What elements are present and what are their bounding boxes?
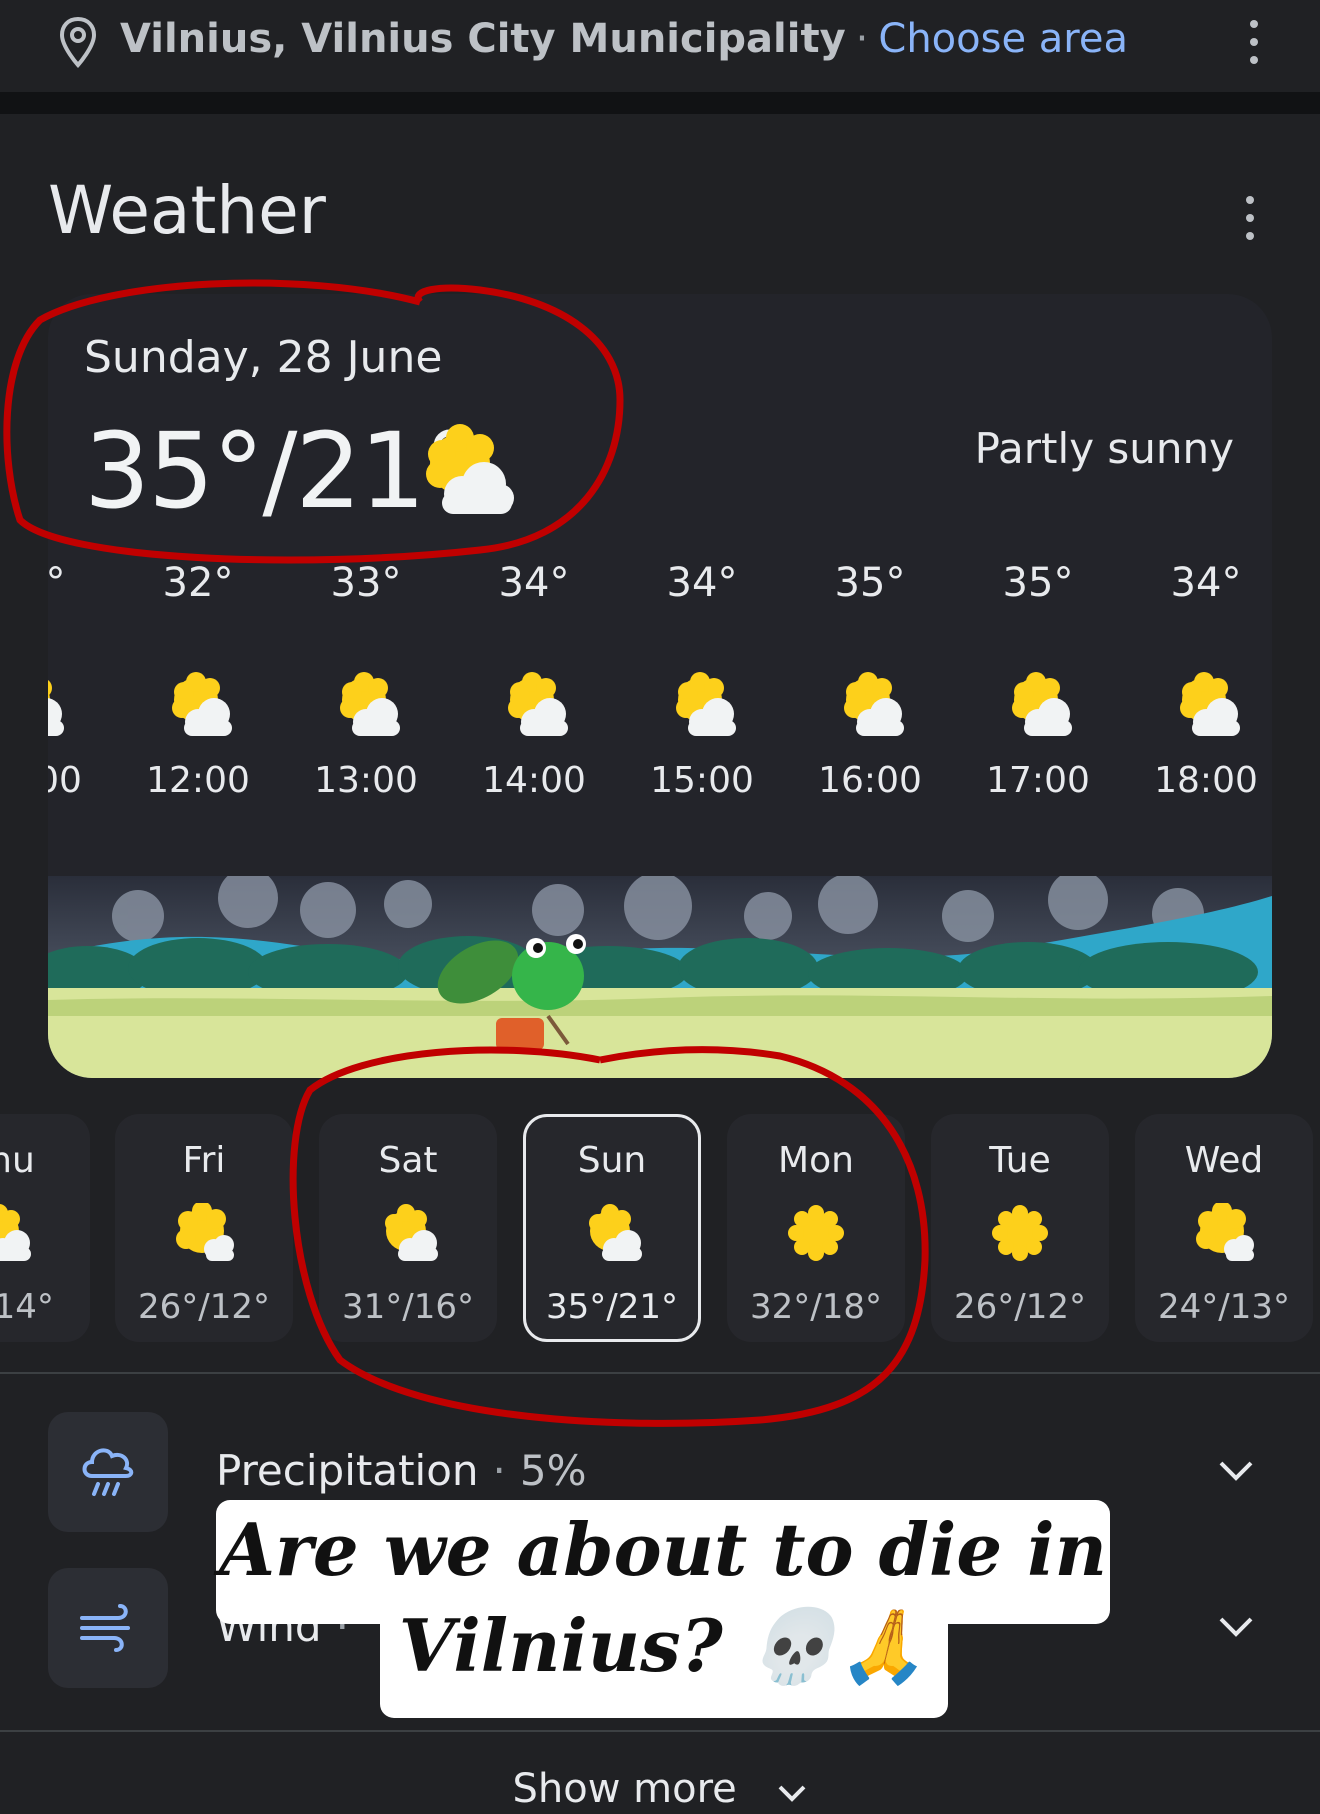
caption-text: Are we about to die in Vilnius? 💀🙏 — [216, 1502, 1110, 1694]
choose-area-link[interactable]: Choose area — [878, 16, 1128, 62]
partly-sunny-icon — [844, 672, 904, 736]
hour-time: 17:00 — [986, 760, 1090, 801]
day-name: Wed — [1184, 1140, 1264, 1181]
hour-temp: 33° — [330, 560, 402, 606]
hour-item: 32° 12:00 — [114, 560, 282, 801]
hour-item: 34° 15:00 — [618, 560, 786, 801]
show-more-label: Show more — [512, 1766, 737, 1812]
chevron-down-icon — [779, 1785, 806, 1802]
hour-item: 31° 11:00 — [48, 560, 114, 801]
sunny-icon — [992, 1205, 1048, 1261]
day-item-mon[interactable]: Mon 32°/18° — [727, 1114, 905, 1342]
partly-sunny-icon — [508, 672, 568, 736]
sunny-icon — [788, 1205, 844, 1261]
weather-title: Weather — [48, 172, 326, 249]
hour-item: 34° 14:00 — [450, 560, 618, 801]
weather-more-options-icon[interactable] — [1244, 196, 1256, 240]
location-bar: Vilnius, Vilnius City Municipality · Choos… — [0, 0, 1320, 92]
hour-item: 33° 13:00 — [282, 560, 450, 801]
precipitation-label: Precipitation — [216, 1446, 479, 1495]
day-temps: 31°/16° — [342, 1287, 474, 1327]
hour-item: 35° 17:00 — [954, 560, 1122, 801]
wind-icon — [80, 1604, 130, 1652]
precipitation-icon-tile — [48, 1412, 168, 1532]
caption-line1: Are we about to die in — [219, 1507, 1107, 1592]
partly-sunny-icon — [172, 672, 232, 736]
chevron-down-icon[interactable] — [1218, 1460, 1254, 1482]
hour-temp: 31° — [48, 560, 66, 606]
chevron-down-icon[interactable] — [1218, 1616, 1254, 1638]
partly-sunny-icon — [426, 424, 514, 514]
partly-sunny-icon — [385, 1204, 438, 1261]
section-divider — [0, 92, 1320, 114]
divider — [0, 1372, 1320, 1374]
hour-item: 34° 18:00 — [1122, 560, 1272, 801]
hour-temp: 34° — [1170, 560, 1242, 606]
partly-sunny-icon — [0, 1204, 31, 1261]
show-more-button[interactable]: Show more — [0, 1766, 1320, 1812]
precipitation-value: 5% — [519, 1446, 587, 1495]
day-name: Thu — [0, 1140, 35, 1181]
day-item-wed[interactable]: Wed 24°/13° — [1135, 1114, 1313, 1342]
location-text: Vilnius, Vilnius City Municipality · Choos… — [120, 16, 1128, 62]
day-name: Tue — [989, 1140, 1051, 1181]
day-name: Fri — [182, 1140, 226, 1181]
day-temps: 24°/13° — [1158, 1287, 1290, 1327]
location-pin-icon — [59, 16, 97, 68]
hour-time: 11:00 — [48, 760, 82, 801]
hour-time: 13:00 — [314, 760, 418, 801]
day-temps: 26°/12° — [138, 1287, 270, 1327]
mostly-sunny-icon — [1196, 1201, 1254, 1261]
precipitation-separator: · — [492, 1446, 506, 1495]
partly-sunny-icon — [676, 672, 736, 736]
day-item-thu[interactable]: Thu …/14° — [0, 1114, 90, 1342]
day-item-sat[interactable]: Sat 31°/16° — [319, 1114, 497, 1342]
day-temps: 35°/21° — [546, 1287, 678, 1327]
hour-time: 12:00 — [146, 760, 250, 801]
mostly-sunny-icon — [176, 1201, 234, 1261]
hour-temp: 35° — [1002, 560, 1074, 606]
daily-forecast[interactable]: Thu …/14° Fri 26°/12° Sat 31°/16° Sun 35°/21… — [0, 1114, 1320, 1344]
day-item-sun-selected[interactable]: Sun 35°/21° — [523, 1114, 701, 1342]
partly-sunny-icon — [340, 672, 400, 736]
hour-time: 18:00 — [1154, 760, 1258, 801]
day-temps: 32°/18° — [750, 1287, 882, 1327]
day-item-fri[interactable]: Fri 26°/12° — [115, 1114, 293, 1342]
partly-sunny-icon — [1012, 672, 1072, 736]
location-more-options-icon[interactable] — [1248, 20, 1260, 64]
hour-item: 35° 16:00 — [786, 560, 954, 801]
weather-date: Sunday, 28 June — [84, 332, 443, 383]
location-name: Vilnius, Vilnius City Municipality — [120, 16, 846, 62]
day-temps: …/14° — [0, 1287, 54, 1327]
rain-cloud-icon — [82, 1448, 134, 1496]
day-temps: 26°/12° — [954, 1287, 1086, 1327]
location-separator: · — [855, 16, 869, 62]
weather-condition: Partly sunny — [974, 424, 1234, 473]
hour-time: 14:00 — [482, 760, 586, 801]
hour-temp: 35° — [834, 560, 906, 606]
precipitation-row[interactable]: Precipitation · 5% — [216, 1446, 587, 1495]
partly-sunny-icon — [1180, 672, 1240, 736]
weather-scene-illustration — [48, 876, 1272, 1078]
divider — [0, 1730, 1320, 1732]
hour-temp: 34° — [498, 560, 570, 606]
partly-sunny-icon — [48, 680, 64, 736]
caption-line2: Vilnius? 💀🙏 — [398, 1603, 928, 1688]
day-item-tue[interactable]: Tue 26°/12° — [931, 1114, 1109, 1342]
hour-time: 16:00 — [818, 760, 922, 801]
day-name: Sat — [378, 1140, 438, 1181]
day-name: Mon — [778, 1140, 854, 1181]
hour-temp: 34° — [666, 560, 738, 606]
hour-time: 15:00 — [650, 760, 754, 801]
hour-temp: 32° — [162, 560, 234, 606]
partly-sunny-icon — [589, 1204, 642, 1261]
wind-icon-tile — [48, 1568, 168, 1688]
hourly-forecast[interactable]: 31° 11:00 32° 12:00 33° 13:00 34° 14:00 34° 1… — [48, 560, 1272, 860]
day-name: Sun — [577, 1140, 647, 1181]
